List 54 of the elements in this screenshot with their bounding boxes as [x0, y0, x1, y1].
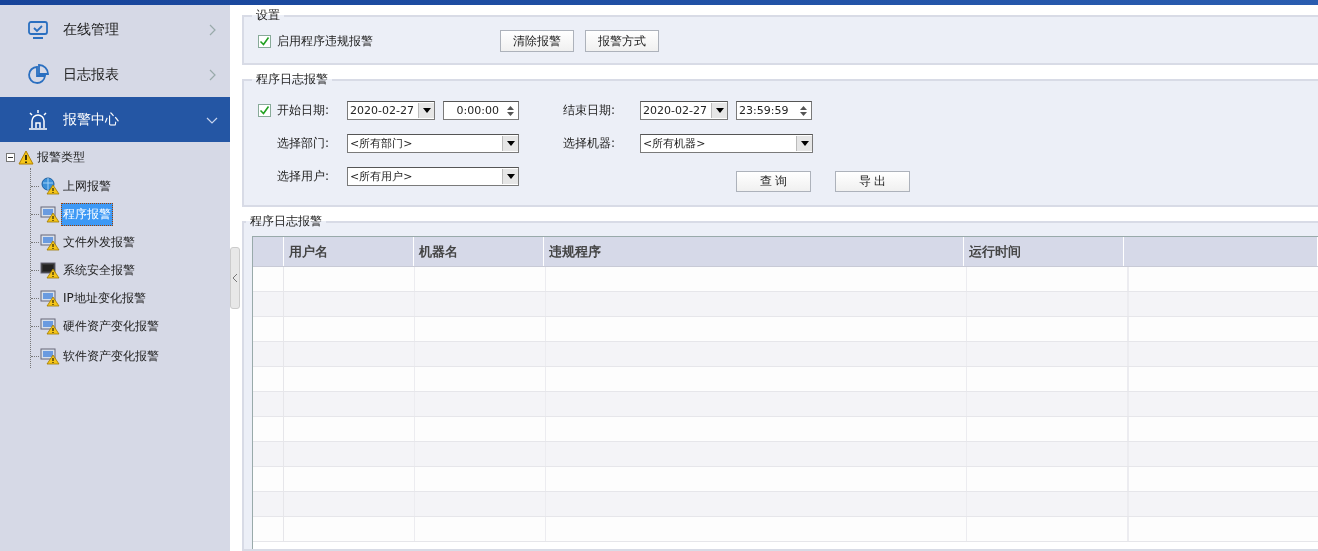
tree-root-label[interactable]: 报警类型: [37, 148, 85, 166]
collapse-toggle-icon[interactable]: [6, 152, 15, 162]
dropdown-arrow-icon[interactable]: [800, 141, 809, 146]
collapse-handle[interactable]: [230, 247, 240, 309]
action-button[interactable]: 清除报警: [500, 30, 574, 52]
column-header[interactable]: 用户名: [284, 237, 414, 266]
monitor-warning-icon: [40, 205, 60, 223]
tree-item[interactable]: 系统安全报警: [61, 258, 137, 282]
action-button[interactable]: 导 出: [835, 170, 910, 192]
dropdown[interactable]: <所有部门>: [347, 134, 519, 153]
checkbox-label: 启用程序违规报警: [277, 32, 373, 50]
nav-item[interactable]: 报警中心: [0, 97, 230, 142]
nav-item[interactable]: 日志报表: [0, 52, 230, 97]
group-title: 设置: [255, 7, 281, 24]
field-label: 选择用户:: [277, 168, 331, 185]
monitor-warning-icon: [40, 317, 60, 335]
field-label: 开始日期:: [277, 102, 331, 119]
action-button[interactable]: 查 询: [736, 170, 811, 192]
tree-item[interactable]: 软件资产变化报警: [61, 344, 161, 368]
time-spinner[interactable]: 0:00:00: [443, 101, 519, 120]
date-picker[interactable]: 2020-02-27: [640, 101, 728, 120]
pie-chart-icon: [27, 63, 49, 86]
field-label: 选择部门:: [277, 135, 331, 152]
group-title: 程序日志报警: [249, 215, 323, 230]
alarm-light-icon: [27, 108, 49, 131]
dropdown-arrow-icon[interactable]: [506, 174, 515, 179]
action-button[interactable]: 报警方式: [585, 30, 659, 52]
field-label: 结束日期:: [563, 102, 617, 119]
dropdown-arrow-icon[interactable]: [506, 141, 515, 146]
dropdown[interactable]: <所有用户>: [347, 167, 519, 186]
warning-icon: [18, 149, 34, 165]
column-header[interactable]: 违规程序: [544, 237, 964, 266]
monitor-icon: [27, 19, 49, 40]
time-spinner[interactable]: 23:59:59: [736, 101, 812, 120]
group-title: 程序日志报警: [255, 71, 329, 88]
column-header[interactable]: 机器名: [414, 237, 544, 266]
tree-item[interactable]: 上网报警: [61, 174, 113, 198]
dropdown-arrow-icon[interactable]: [422, 108, 431, 113]
tree-item[interactable]: 文件外发报警: [61, 230, 137, 254]
column-header[interactable]: 运行时间: [964, 237, 1124, 266]
checkbox[interactable]: [258, 34, 271, 48]
monitor-warning-icon: [40, 261, 60, 279]
field-label: 选择机器:: [563, 135, 617, 152]
tree-item[interactable]: IP地址变化报警: [61, 286, 148, 310]
nav-item[interactable]: 在线管理: [0, 7, 230, 52]
dropdown-arrow-icon[interactable]: [715, 108, 724, 113]
monitor-warning-icon: [40, 289, 60, 307]
dropdown[interactable]: <所有机器>: [640, 134, 813, 153]
tree-item[interactable]: 硬件资产变化报警: [61, 314, 161, 338]
monitor-warning-icon: [40, 233, 60, 251]
globe-warning-icon: [40, 177, 60, 195]
checkbox[interactable]: [258, 104, 271, 117]
date-picker[interactable]: 2020-02-27: [347, 101, 435, 120]
monitor-warning-icon: [40, 347, 60, 365]
